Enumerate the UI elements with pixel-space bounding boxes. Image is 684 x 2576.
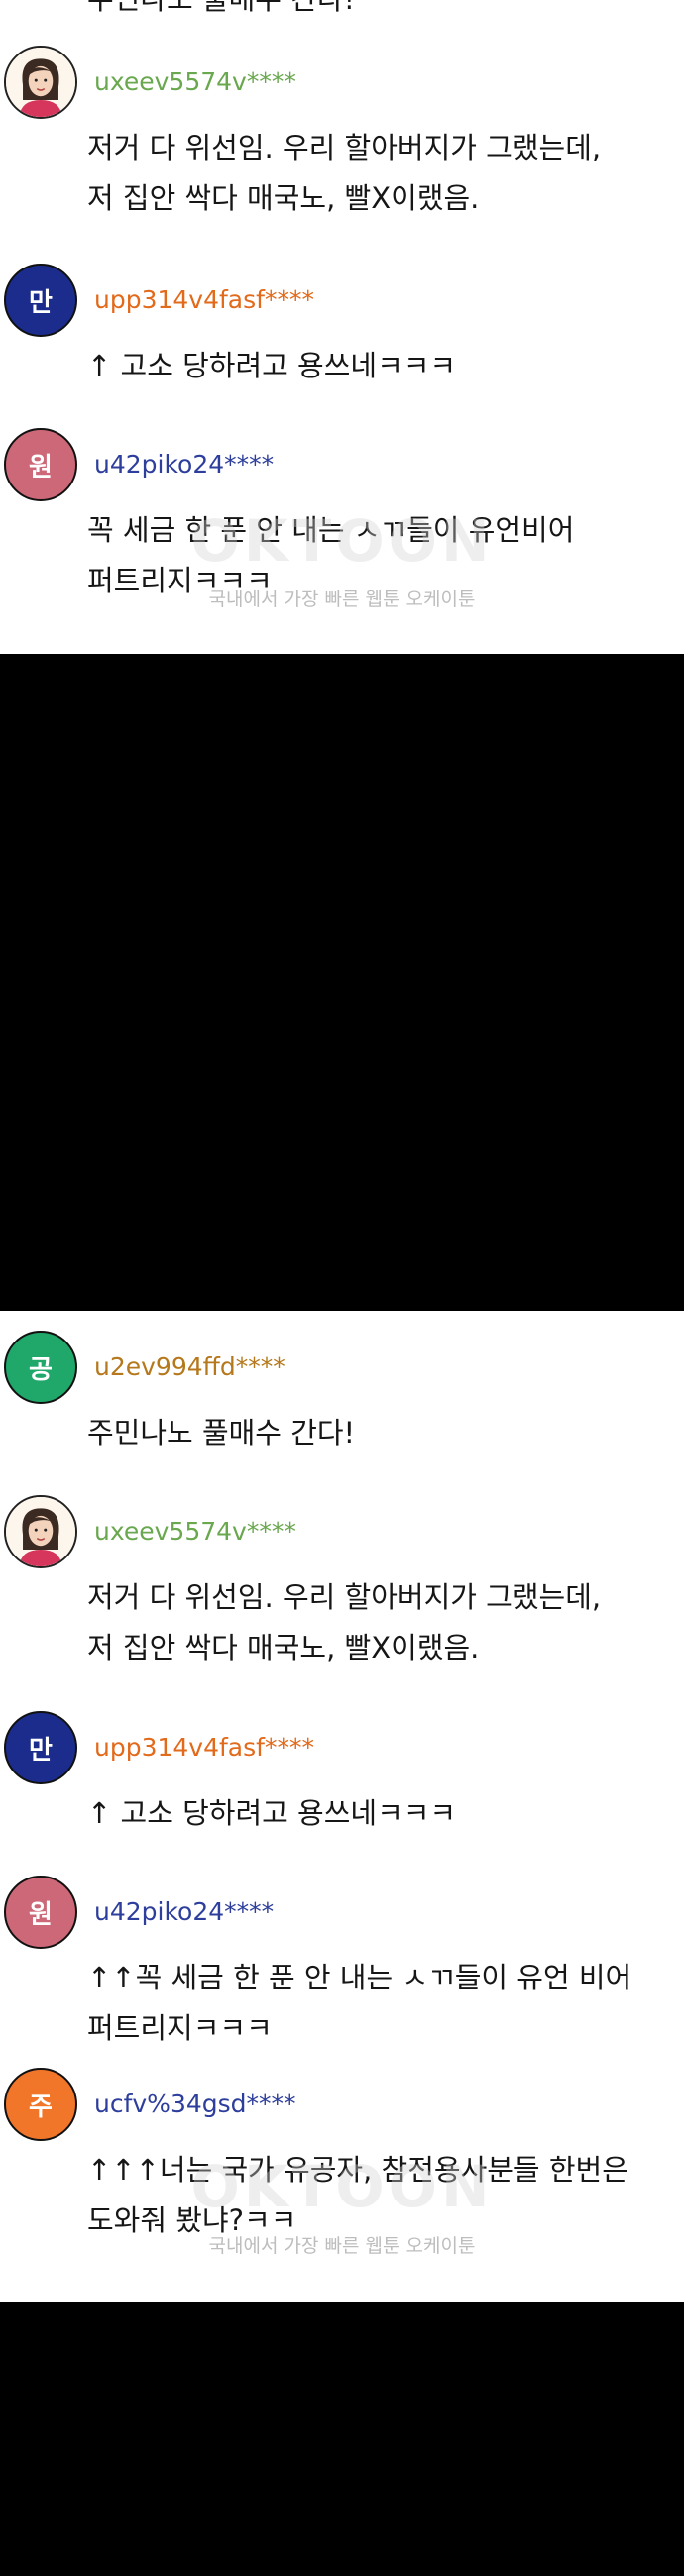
- avatar-initial: 주: [29, 2092, 53, 2122]
- comment-text: ↑ 고소 당하려고 용쓰네ㅋㅋㅋ: [87, 1796, 457, 1830]
- woman-portrait-icon: [6, 1497, 75, 1566]
- avatar-person-icon: [4, 1495, 77, 1568]
- avatar-initial: 원: [29, 452, 53, 483]
- watermark-tagline: 국내에서 가장 빠른 웹툰 오케이툰: [208, 589, 476, 610]
- avatar-badge: 만: [4, 1711, 77, 1784]
- avatar-badge: 원: [4, 1876, 77, 1949]
- comment-username[interactable]: u42piko24****: [94, 1895, 274, 1929]
- woman-portrait-icon: [6, 48, 75, 117]
- avatar-badge: 공: [4, 1331, 77, 1404]
- avatar-person-icon: [4, 46, 77, 119]
- watermark-tagline: 국내에서 가장 빠른 웹툰 오케이툰: [208, 2235, 476, 2257]
- comic-panel-bottom: 공 u2ev994ffd**** 주민나노 풀매수 간다! uxeev5574v…: [0, 1311, 684, 2302]
- comment-text: ↑↑꼭 세금 한 푼 안 내는 ㅅㄲ들이 유언 비어 퍼트리지ㅋㅋㅋ: [87, 1961, 632, 2045]
- comment-text: ↑ 고소 당하려고 용쓰네ㅋㅋㅋ: [87, 349, 457, 382]
- comment-text: 저거 다 위선임. 우리 할아버지가 그랬는데, 저 집안 싹다 매국노, 빨X…: [87, 131, 602, 215]
- avatar-badge: 주: [4, 2068, 77, 2141]
- avatar-initial: 만: [29, 287, 53, 318]
- comment-username[interactable]: uxeev5574v****: [94, 1515, 296, 1549]
- comment-username[interactable]: upp314v4fasf****: [94, 1731, 314, 1765]
- cutoff-comment-text: 주민나노 풀매수 간다!: [87, 0, 355, 16]
- avatar-initial: 만: [29, 1735, 53, 1766]
- avatar-initial: 공: [29, 1354, 53, 1385]
- comment-text: 주민나노 풀매수 간다!: [87, 1416, 356, 1449]
- avatar-badge: 원: [4, 428, 77, 501]
- comment-username[interactable]: uxeev5574v****: [94, 65, 296, 99]
- comment-username[interactable]: u2ev994ffd****: [94, 1350, 285, 1384]
- comic-panel-top: 주민나노 풀매수 간다! uxeev5574v**** 저거 다 위선임. 우리…: [0, 0, 684, 654]
- avatar-badge: 만: [4, 264, 77, 337]
- comment-username[interactable]: u42piko24****: [94, 448, 274, 482]
- comment-username[interactable]: upp314v4fasf****: [94, 283, 314, 317]
- avatar-initial: 원: [29, 1899, 53, 1930]
- comment-text: 저거 다 위선임. 우리 할아버지가 그랬는데, 저 집안 싹다 매국노, 빨X…: [87, 1580, 602, 1664]
- comment-username[interactable]: ucfv%34gsd****: [94, 2088, 296, 2121]
